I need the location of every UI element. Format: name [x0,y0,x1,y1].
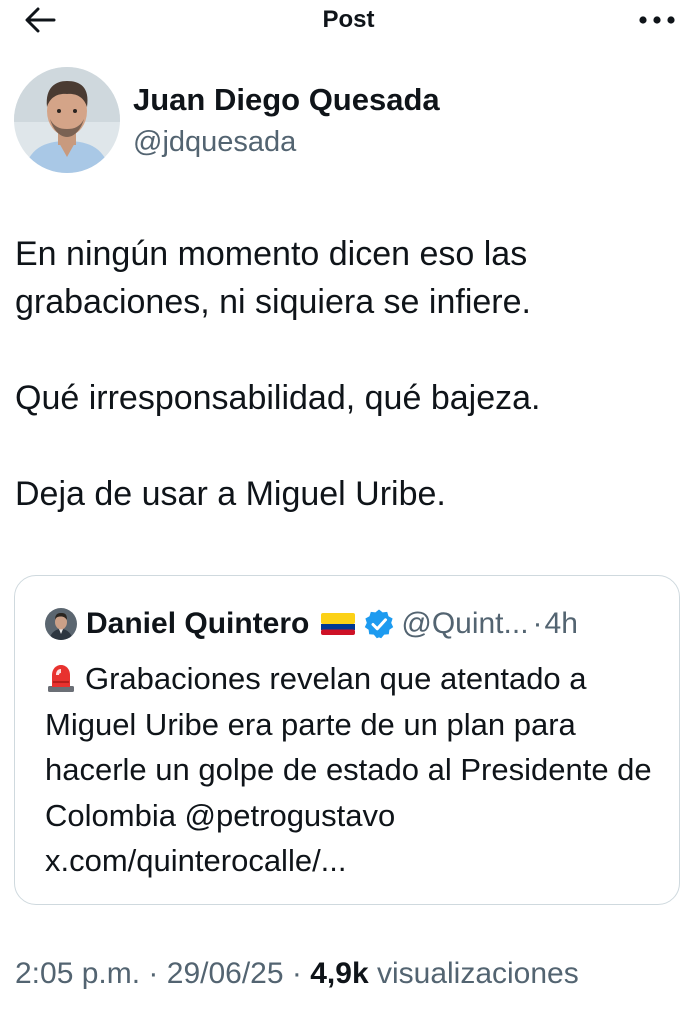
quoted-author-name: Daniel Quintero [86,607,310,640]
post-text: En ningún momento dicen eso las grabacio… [15,230,680,518]
separator-dot: · [532,607,543,640]
post-line: Deja de usar a Miguel Uribe. [15,475,446,513]
post-time: 2:05 p.m. [15,957,141,990]
post-date: 29/06/25 [166,957,284,990]
more-horizontal-icon [639,16,675,24]
colombia-flag-icon [321,613,356,635]
avatar-image [14,67,120,173]
top-nav-bar: Post [0,0,697,40]
author-handle[interactable]: @jdquesada [133,125,296,159]
separator-dot: · [148,957,159,990]
quoted-post-text: Grabaciones revelan que atentado a Migue… [45,656,665,884]
more-options-button[interactable] [635,6,679,34]
quoted-post-time: 4h [544,607,578,640]
views-count[interactable]: 4,9k [310,957,368,990]
author-avatar[interactable] [14,67,120,173]
quoted-post-header: Daniel Quintero @Quint... · 4h [45,606,578,642]
separator-dot: · [291,957,302,990]
quoted-author-avatar [45,608,77,640]
quoted-author-handle: @Quint... [401,607,529,640]
author-name[interactable]: Juan Diego Quesada [133,82,440,118]
siren-emoji-icon [48,665,74,692]
post-line: En ningún momento dicen eso las grabacio… [15,235,531,321]
page-title: Post [322,6,375,33]
quoted-avatar-image [45,608,77,640]
post-metadata: 2:05 p.m. · 29/06/25 · 4,9k visualizacio… [15,955,579,993]
views-label: visualizaciones [376,957,579,990]
post-line: Qué irresponsabilidad, qué bajeza. [15,379,541,417]
verified-badge-icon [365,609,394,639]
quoted-post-body: Grabaciones revelan que atentado a Migue… [45,661,652,878]
quoted-post-card[interactable]: Daniel Quintero @Quint... · 4h Grabacion… [14,575,680,905]
